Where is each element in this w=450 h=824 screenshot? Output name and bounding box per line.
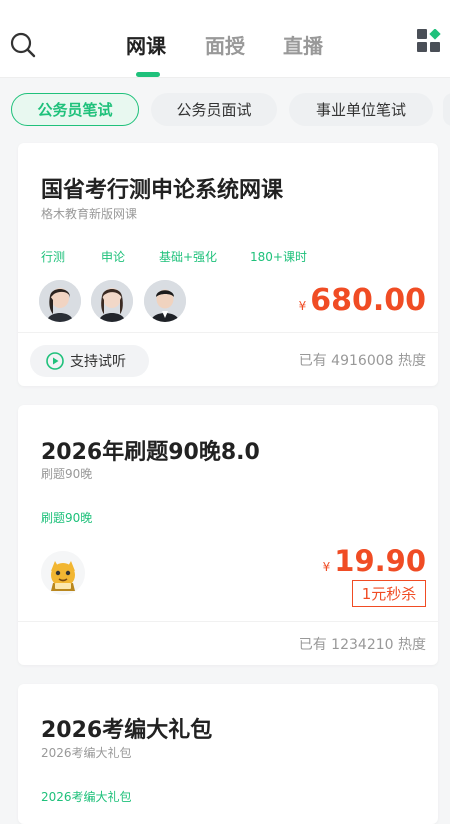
heat-count: 已有 1234210 热度 <box>298 637 426 653</box>
top-header: 网课 面授 直播 <box>0 0 450 78</box>
course-card[interactable]: 2026年刷题90晚8.0 刷题90晚 刷题90晚 ¥19.90 1元秒杀 已有… <box>18 405 438 665</box>
course-tag: 180+课时 <box>250 250 307 264</box>
course-subtitle: 2026考编大礼包 <box>41 746 132 760</box>
category-chips: 公务员笔试 公务员面试 事业单位笔试 <box>0 91 450 129</box>
chip-civil-service-written[interactable]: 公务员笔试 <box>11 93 139 126</box>
price-value: 680.00 <box>310 283 426 318</box>
course-subtitle: 刷题90晚 <box>41 467 93 481</box>
heat-count: 已有 4916008 热度 <box>298 353 426 369</box>
chip-more[interactable] <box>443 93 450 126</box>
divider <box>18 332 438 333</box>
category-grid-icon[interactable] <box>417 29 441 53</box>
course-title: 2026考编大礼包 <box>41 718 213 743</box>
trial-listen-button[interactable]: 支持试听 <box>30 345 149 377</box>
chip-public-institution-written[interactable]: 事业单位笔试 <box>289 93 433 126</box>
course-title: 国省考行测申论系统网课 <box>41 178 284 203</box>
tab-live[interactable]: 直播 <box>283 30 323 59</box>
course-tag: 基础+强化 <box>159 250 218 264</box>
trial-listen-label: 支持试听 <box>70 354 126 370</box>
mascot-avatar <box>41 551 85 595</box>
teacher-avatar <box>91 280 133 322</box>
price-value: 19.90 <box>334 544 426 578</box>
course-title: 2026年刷题90晚8.0 <box>41 440 260 465</box>
currency-symbol: ¥ <box>322 560 331 574</box>
tab-online-course[interactable]: 网课 <box>126 30 166 59</box>
course-subtitle: 格木教育新版网课 <box>41 207 138 221</box>
course-tag: 2026考编大礼包 <box>41 790 132 804</box>
active-tab-indicator <box>136 72 160 77</box>
course-tag: 刷题90晚 <box>41 511 93 525</box>
divider <box>18 621 438 622</box>
course-card[interactable]: 2026考编大礼包 2026考编大礼包 2026考编大礼包 <box>18 684 438 824</box>
tab-face-to-face[interactable]: 面授 <box>205 30 245 59</box>
currency-symbol: ¥ <box>298 299 307 313</box>
course-price: ¥19.90 <box>323 544 426 578</box>
course-card[interactable]: 国省考行测申论系统网课 格木教育新版网课 行测 申论 基础+强化 180+课时 … <box>18 143 438 386</box>
course-tag: 申论 <box>101 250 126 264</box>
teacher-avatar <box>39 280 81 322</box>
flash-sale-badge: 1元秒杀 <box>352 580 426 607</box>
tab-bar: 网课 面授 直播 <box>0 0 450 78</box>
play-circle-icon <box>46 352 64 370</box>
chip-civil-service-interview[interactable]: 公务员面试 <box>151 93 277 126</box>
teacher-avatar <box>144 280 186 322</box>
course-tag: 行测 <box>41 250 66 264</box>
course-price: ¥680.00 <box>299 283 426 318</box>
